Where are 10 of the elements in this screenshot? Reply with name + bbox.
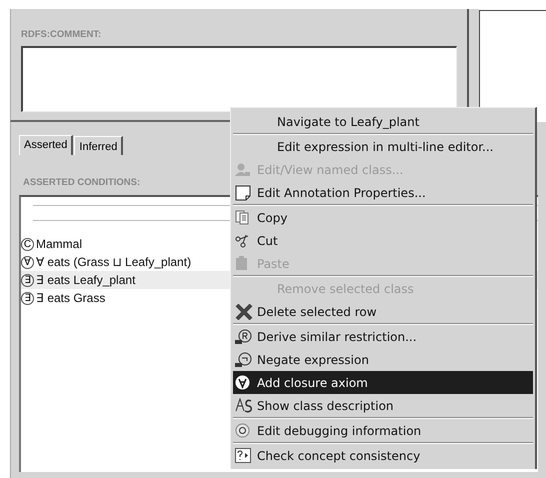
condition-type-icon: ∃ — [21, 274, 34, 286]
condition-text: ∃ eats Leafy_plant — [36, 273, 136, 287]
condition-text: ∃ eats Grass — [36, 291, 106, 305]
conditions-label: ASSERTED CONDITIONS: — [23, 177, 140, 188]
condition-type-icon: C — [21, 238, 34, 250]
condition-type-icon: ∃ — [21, 292, 34, 304]
condition-text: Mammal — [36, 237, 82, 251]
condition-text: ∀ eats (Grass ⊔ Leafy_plant) — [36, 255, 192, 269]
comment-label: RDFS:COMMENT: — [21, 29, 102, 40]
condition-type-icon: ∀ — [21, 256, 34, 268]
